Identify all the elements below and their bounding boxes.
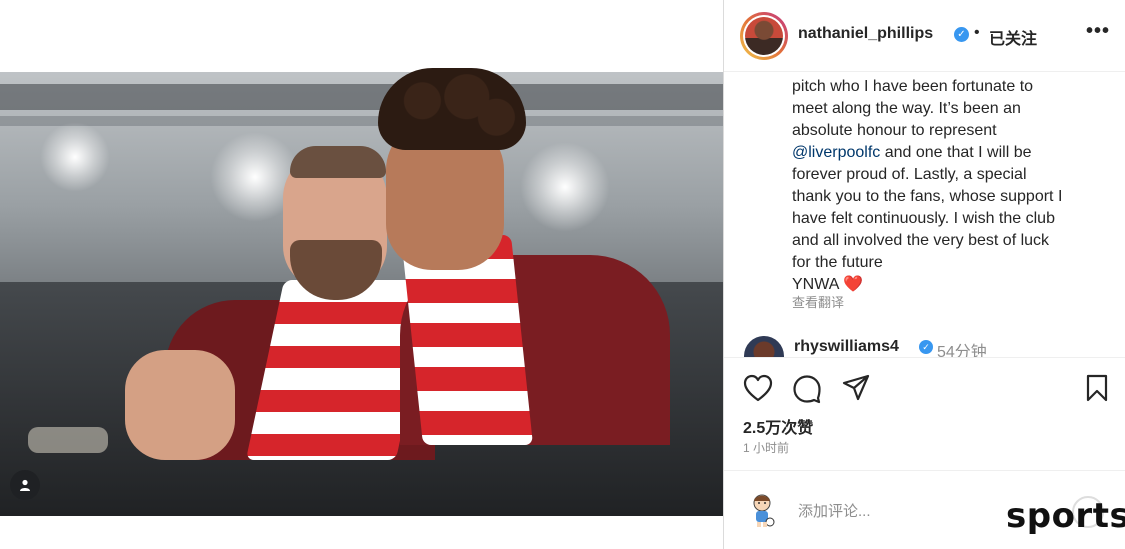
verified-icon: ✓ [954,27,969,42]
following-button[interactable]: 已关注 [989,25,1037,49]
caption-line-text: YNWA [792,276,839,293]
caption-line: absolute honour to represent [792,122,997,139]
likes-count[interactable]: 2.5万次赞 [743,414,813,438]
photo-bottom-strip [0,516,723,549]
post-caption: pitch who I have been fortunate to meet … [792,76,1117,296]
post-photo[interactable] [0,0,723,516]
more-options-icon[interactable]: ••• [1086,20,1110,43]
post-timestamp[interactable]: 1 小时前 [743,439,789,456]
share-icon[interactable] [842,374,870,407]
post-header: nathaniel_phillips ✓ • 已关注 ••• [724,0,1125,72]
emoji-icon[interactable] [742,490,782,530]
stadium-roof-beam [0,116,723,126]
comment-username[interactable]: rhyswilliams4 [794,338,899,356]
heart-icon[interactable] [743,374,773,407]
caption-line-text: and one that I will be [884,144,1032,161]
username-link[interactable]: nathaniel_phillips [798,25,933,43]
user-tag-icon[interactable] [10,470,40,500]
comment-input[interactable]: 添加评论... [798,500,871,521]
stadium-light [520,142,610,232]
watermark-logo: sports [1006,496,1125,536]
avatar[interactable] [740,12,788,60]
stadium-roof [0,84,723,110]
separator-dot: • [974,24,980,41]
player-right-hair [378,68,526,150]
caption-line: thank you to the fans, whose support I [792,188,1063,205]
stand-light [28,427,108,453]
caption-line: meet along the way. It’s been an [792,100,1021,117]
comment-item: rhyswilliams4 ✓ 54分钟 [724,332,1125,358]
comment-icon[interactable] [792,374,822,409]
panel-divider [723,0,724,549]
caption-line: have felt continuously. I wish the club [792,210,1055,227]
caption-line: @liverpoolfc and one that I will be [792,142,1117,164]
caption-line: and all involved the very best of luck [792,232,1050,249]
see-translation-link[interactable]: 查看翻译 [792,292,844,311]
verified-icon: ✓ [919,340,933,354]
player-left-hair [290,146,386,178]
mention-link[interactable]: @liverpoolfc [792,144,880,161]
heart-emoji-icon: ❤️ [842,276,863,293]
comment-avatar[interactable] [744,336,784,358]
clapping-hands [125,350,235,460]
caption-line: for the future [792,254,883,271]
divider [724,357,1125,358]
caption-line: pitch who I have been fortunate to [792,78,1034,95]
comment-time: 54分钟 [937,344,987,358]
caption-line: forever proud of. Lastly, a special [792,166,1027,183]
divider [724,470,1125,471]
stadium-light [40,122,110,192]
bookmark-icon[interactable] [1085,374,1109,407]
